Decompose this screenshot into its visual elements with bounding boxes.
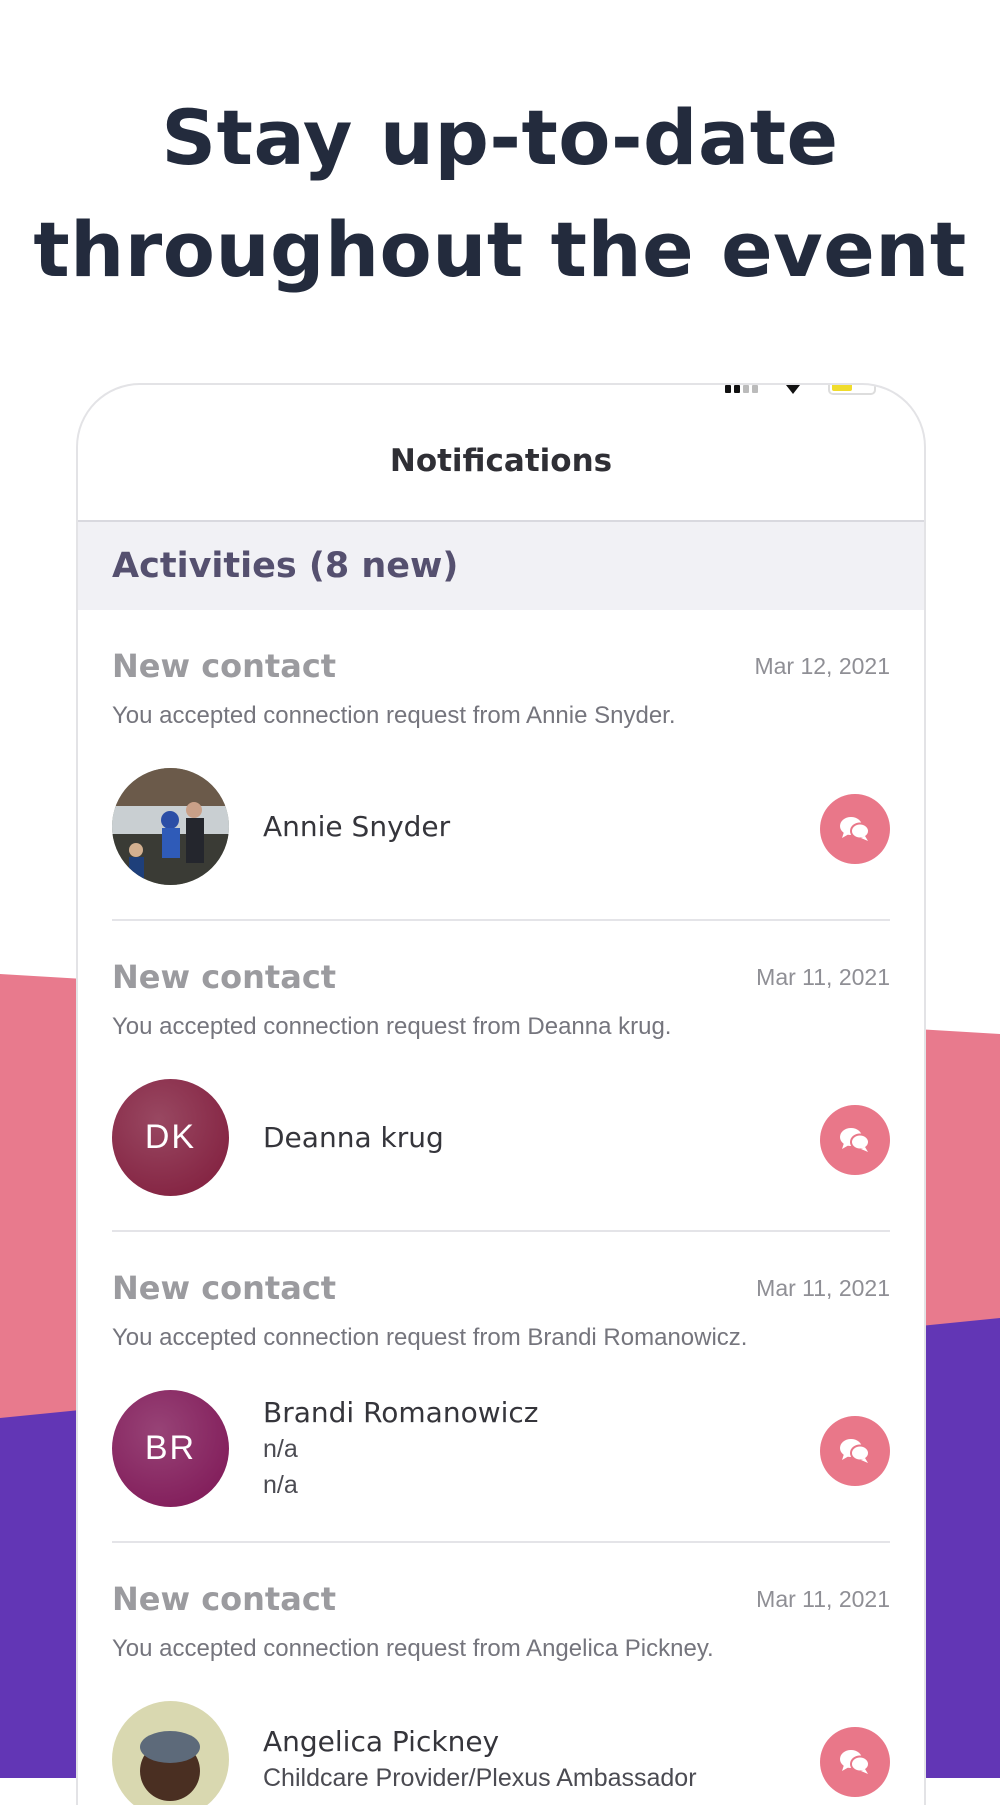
avatar-initials[interactable]: DK	[112, 1079, 229, 1196]
wifi-icon	[786, 385, 800, 394]
status-bar	[725, 385, 876, 399]
chat-button[interactable]	[820, 794, 890, 864]
headline-line-1: Stay up-to-date	[161, 93, 839, 182]
battery-icon	[828, 385, 876, 395]
notification-item[interactable]: New contact Mar 11, 2021 You accepted co…	[112, 921, 890, 1232]
chat-button[interactable]	[820, 1727, 890, 1797]
notification-description: You accepted connection request from Ann…	[112, 702, 676, 729]
notification-title: New contact	[112, 647, 337, 685]
notification-item[interactable]: New contact Mar 11, 2021 You accepted co…	[112, 1232, 890, 1543]
notification-title: New contact	[112, 958, 337, 996]
notification-description: You accepted connection request from Bra…	[112, 1324, 748, 1351]
notification-date: Mar 11, 2021	[756, 1274, 890, 1301]
contact-info: Annie Snyder	[263, 809, 450, 845]
contact-info: Angelica Pickney Childcare Provider/Plex…	[263, 1724, 697, 1796]
signal-icon	[725, 385, 758, 393]
notification-date: Mar 11, 2021	[756, 1585, 890, 1612]
notification-item[interactable]: New contact Mar 12, 2021 You accepted co…	[112, 610, 890, 921]
contact-name[interactable]: Brandi Romanowicz	[263, 1395, 539, 1431]
chat-button[interactable]	[820, 1105, 890, 1175]
headline-line-2: throughout the event	[33, 205, 967, 294]
phone-screen: Notifications Activities (8 new) New con…	[76, 383, 926, 1805]
chat-bubbles-icon	[839, 815, 871, 843]
contact-detail-line: n/a	[263, 1434, 298, 1463]
notification-date: Mar 11, 2021	[756, 963, 890, 990]
notification-description: You accepted connection request from Ang…	[112, 1635, 714, 1662]
chat-bubbles-icon	[839, 1126, 871, 1154]
contact-detail-line: n/a	[263, 1470, 298, 1499]
contact-name[interactable]: Deanna krug	[263, 1120, 444, 1156]
avatar-photo[interactable]	[112, 768, 229, 885]
promo-headline: Stay up-to-date throughout the event	[0, 82, 1000, 306]
chat-bubbles-icon	[839, 1437, 871, 1465]
contact-info: Deanna krug	[263, 1120, 444, 1156]
notification-description: You accepted connection request from Dea…	[112, 1013, 672, 1040]
chat-bubbles-icon	[839, 1748, 871, 1776]
contact-name[interactable]: Annie Snyder	[263, 809, 450, 845]
contact-info: Brandi Romanowicz n/a n/a	[263, 1395, 539, 1503]
chat-button[interactable]	[820, 1416, 890, 1486]
notification-date: Mar 12, 2021	[754, 652, 890, 679]
section-header-activities: Activities (8 new)	[78, 522, 924, 610]
notification-title: New contact	[112, 1580, 337, 1618]
screen-title: Notifications	[78, 385, 924, 522]
notification-list: New contact Mar 12, 2021 You accepted co…	[78, 610, 924, 1805]
contact-name[interactable]: Angelica Pickney	[263, 1724, 697, 1760]
avatar-photo[interactable]	[112, 1701, 229, 1805]
notification-item[interactable]: New contact Mar 11, 2021 You accepted co…	[112, 1543, 890, 1805]
notification-title: New contact	[112, 1269, 337, 1307]
avatar-initials[interactable]: BR	[112, 1390, 229, 1507]
